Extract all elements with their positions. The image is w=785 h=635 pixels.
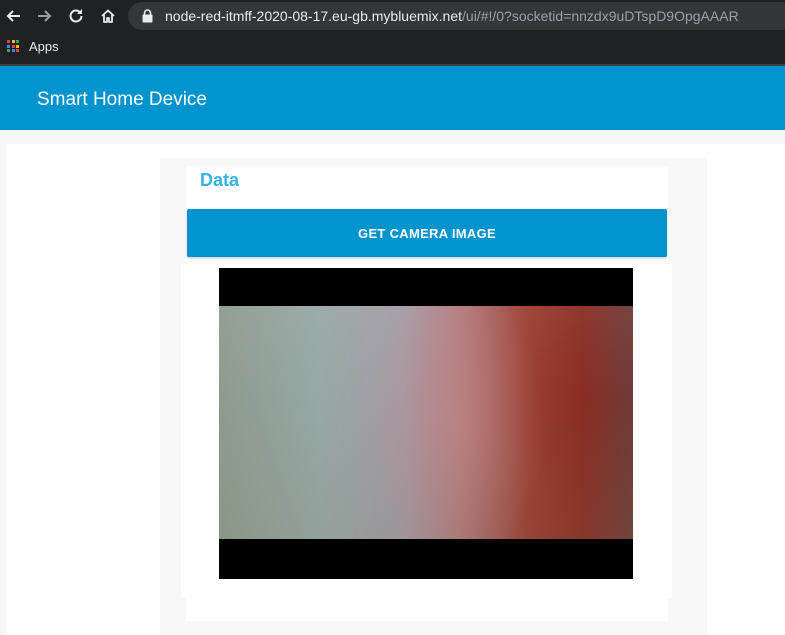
url-host: node-red-itmff-2020-08-17.eu-gb.mybluemi…: [165, 8, 463, 24]
home-icon: [101, 9, 115, 23]
get-camera-image-button[interactable]: GET CAMERA IMAGE: [187, 209, 667, 257]
home-button[interactable]: [96, 4, 120, 28]
url-path: /ui/#!/0?socketid=nnzdx9uDTspD9OpgAAAR: [462, 8, 739, 24]
content-background-left: [6, 144, 160, 635]
group-title: Data: [200, 170, 240, 190]
content-background-right: [707, 144, 785, 635]
reload-button[interactable]: [64, 4, 88, 28]
forward-button[interactable]: [33, 4, 57, 28]
bookmark-apps[interactable]: Apps: [29, 39, 59, 54]
address-url: node-red-itmff-2020-08-17.eu-gb.mybluemi…: [165, 8, 739, 24]
address-bar[interactable]: node-red-itmff-2020-08-17.eu-gb.mybluemi…: [128, 2, 785, 30]
forward-arrow-icon: [38, 10, 52, 22]
lock-icon: [142, 9, 153, 23]
reload-icon: [69, 9, 83, 23]
apps-grid-icon[interactable]: [7, 40, 19, 52]
browser-toolbar: node-red-itmff-2020-08-17.eu-gb.mybluemi…: [0, 0, 785, 66]
page-title: Smart Home Device: [37, 89, 207, 110]
camera-image: [219, 268, 633, 579]
back-button[interactable]: [1, 4, 25, 28]
back-arrow-icon: [6, 10, 20, 22]
navigation-row: node-red-itmff-2020-08-17.eu-gb.mybluemi…: [0, 0, 785, 33]
content-background-top: [160, 144, 785, 158]
camera-photo: [219, 306, 633, 539]
bookmarks-bar: [0, 33, 785, 64]
